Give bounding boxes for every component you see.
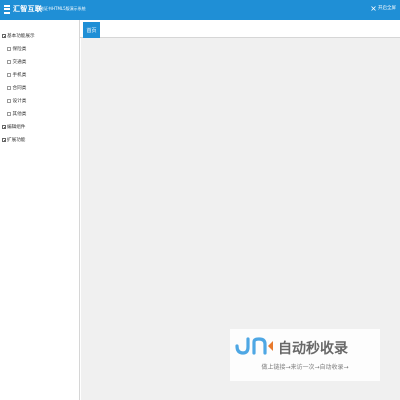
tree-node-other[interactable]: 其他类 <box>7 111 26 117</box>
file-icon <box>7 85 11 91</box>
expand-icon[interactable] <box>2 138 6 142</box>
tree-node-contract[interactable]: 合同类 <box>7 85 26 91</box>
tree-node-label: 保险类 <box>12 47 27 52</box>
file-icon <box>7 98 11 104</box>
tree-node-design[interactable]: 设计类 <box>7 98 26 104</box>
fullscreen-button[interactable]: 开启全屏 <box>371 5 396 11</box>
watermark-overlay: 自动秒收录 做上链接→来访一次→自动收录→ <box>230 329 380 381</box>
tree-node-label: 其他类 <box>12 112 27 117</box>
watermark-logo-icon <box>235 337 273 355</box>
tree-node-extensions[interactable]: 扩展功能 <box>2 137 25 143</box>
tree-node-label: 扩展功能 <box>7 138 26 143</box>
tree-node-label: 交通类 <box>12 60 27 65</box>
tree-node-traffic[interactable]: 交通类 <box>7 59 26 65</box>
app-subtitle: 智能证书HTML5版演示系统 <box>36 6 86 11</box>
tab-bar: 首页 <box>80 20 400 38</box>
collapse-icon[interactable] <box>2 34 6 38</box>
tree-node-basic-features[interactable]: 基本功能展示 <box>2 33 35 39</box>
tree-node-label: 手机类 <box>12 73 27 78</box>
fullscreen-label: 开启全屏 <box>378 6 396 11</box>
tree-node-label: 合同类 <box>12 86 27 91</box>
watermark-slogan: 做上链接→来访一次→自动收录→ <box>261 364 349 371</box>
watermark-title: 自动秒收录 <box>278 341 348 357</box>
expand-icon[interactable] <box>2 125 6 129</box>
tree-node-label: 设计类 <box>12 99 27 104</box>
fullscreen-icon <box>371 5 376 11</box>
sidebar-tree: 基本功能展示 保险类 交通类 手机类 合同类 设计类 其他类 编辑组件 扩展功能 <box>0 20 80 400</box>
file-icon <box>7 59 11 65</box>
logo-icon <box>4 4 10 14</box>
top-header: 汇智互联 智能证书HTML5版演示系统 开启全屏 <box>0 0 400 20</box>
tree-node-edit-components[interactable]: 编辑组件 <box>2 124 25 130</box>
tree-node-label: 编辑组件 <box>7 125 26 130</box>
file-icon <box>7 46 11 52</box>
tree-node-label: 基本功能展示 <box>7 34 35 39</box>
tree-node-phone[interactable]: 手机类 <box>7 72 26 78</box>
file-icon <box>7 111 11 117</box>
tab-home[interactable]: 首页 <box>83 22 100 38</box>
tree-node-insurance[interactable]: 保险类 <box>7 46 26 52</box>
file-icon <box>7 72 11 78</box>
